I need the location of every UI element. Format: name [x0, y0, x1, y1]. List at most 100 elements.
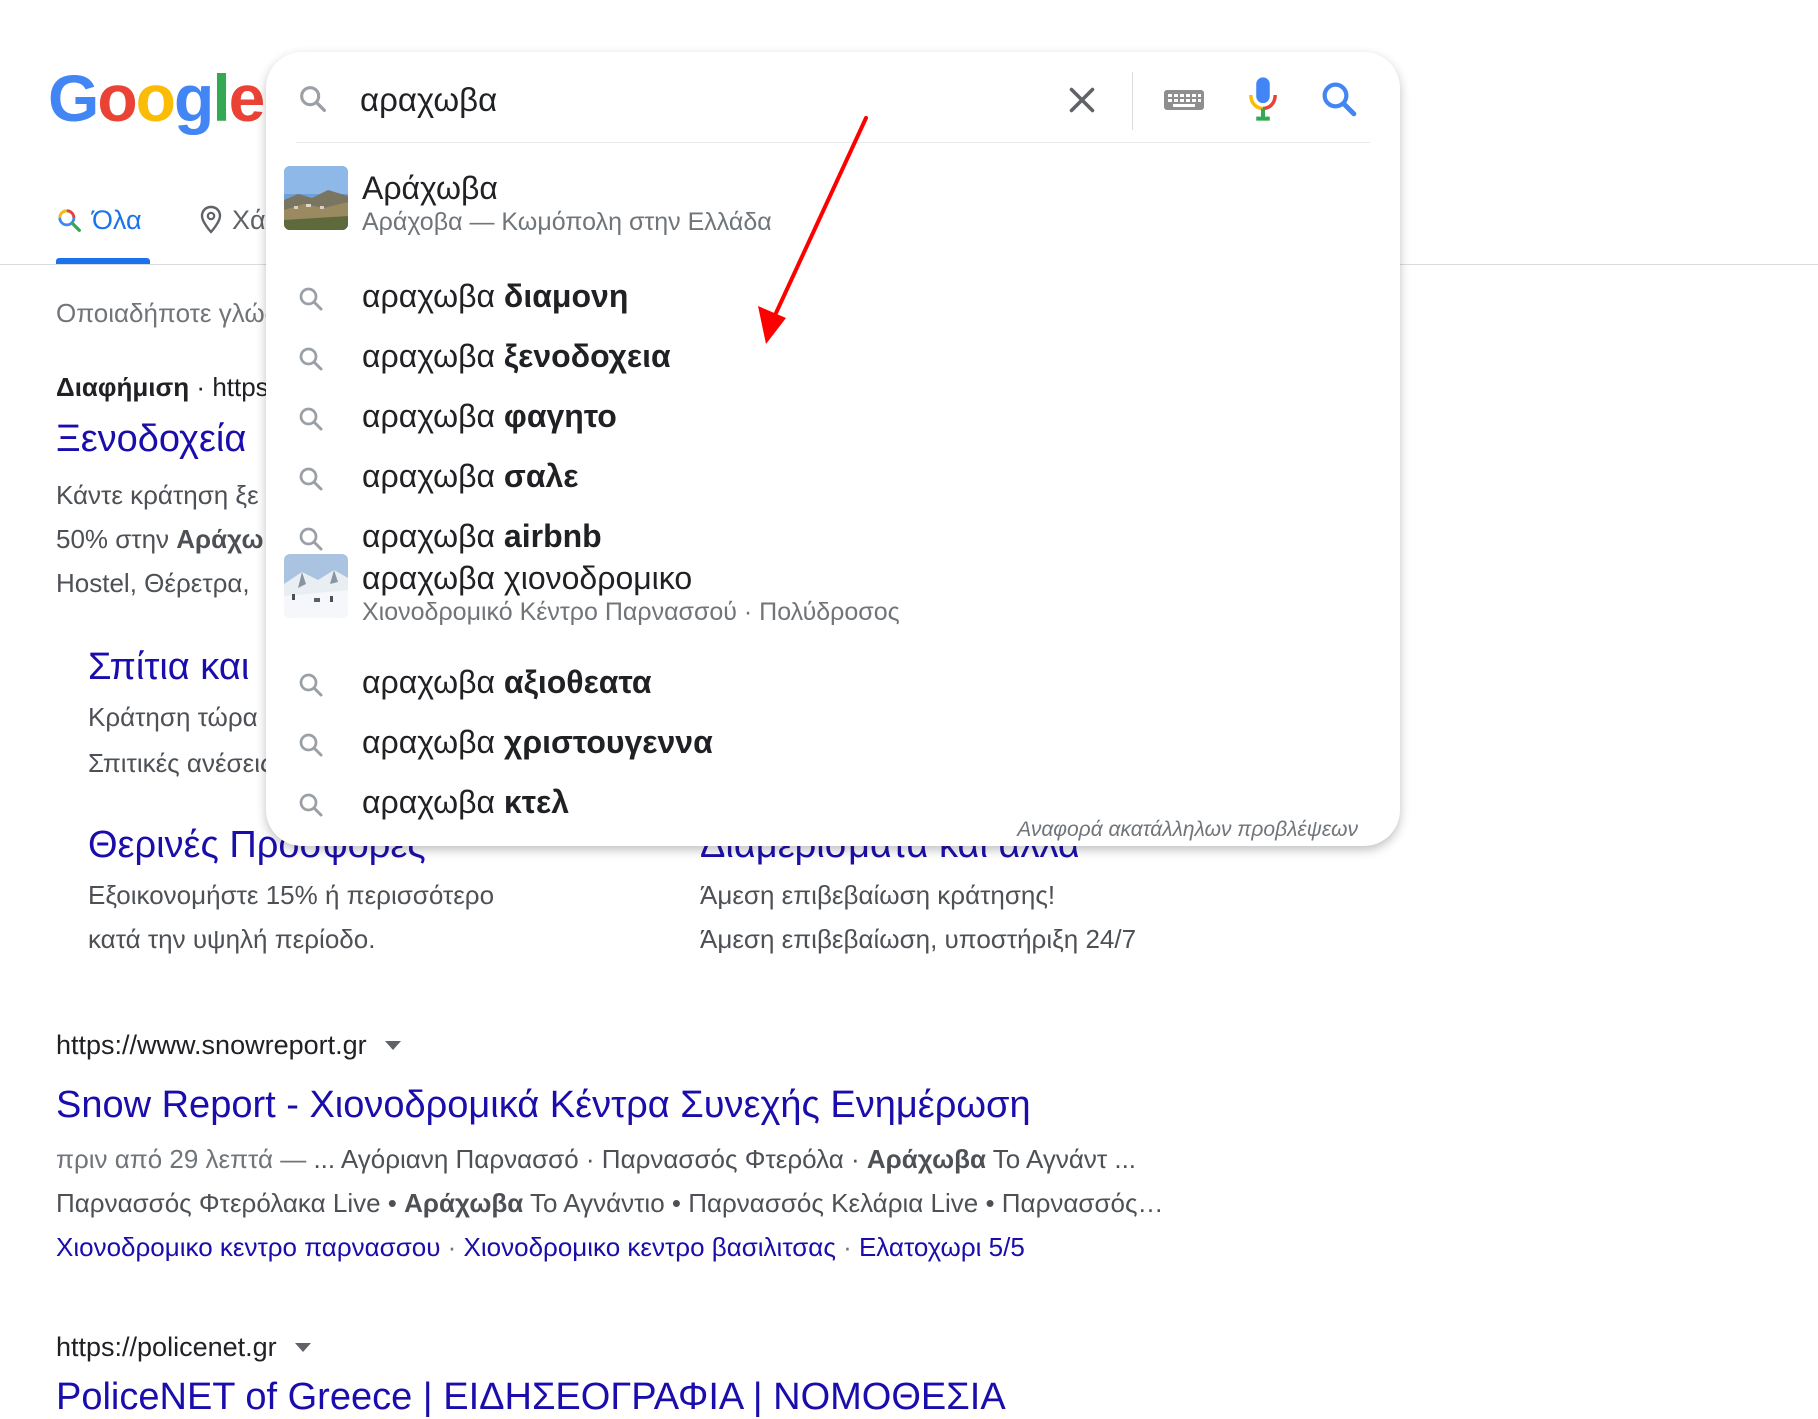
ad-text: 50% στην: [56, 524, 177, 554]
suggestion-entity[interactable]: αραχωβα χιονοδρομικο Χιονοδρομικό Κέντρο…: [266, 550, 1400, 634]
result-snippet-line: Παρνασσός Φτερόλακα Live • Αράχωβα Το Αγ…: [56, 1188, 1164, 1219]
suggestion-text: αραχωβα κτελ: [362, 784, 569, 821]
related-link[interactable]: Χιονοδρομικο κεντρο παρνασσου: [56, 1232, 440, 1262]
separator-dot: ·: [196, 372, 213, 402]
result-date: πριν από 29 λεπτά —: [56, 1144, 314, 1174]
search-icon: [299, 673, 323, 697]
tab-all[interactable]: Όλα: [56, 204, 142, 236]
logo-letter: e: [228, 61, 266, 135]
snippet-text: Το Αγνάντιο • Παρνασσός Κελάρια Live • Π…: [523, 1188, 1164, 1218]
sitelink-desc: Κράτηση τώρα: [88, 702, 258, 732]
ad-description-line: 50% στην Αράχω: [56, 524, 264, 555]
suggestion-text: αραχωβα χριστουγεννα: [362, 724, 713, 761]
suggestion-text: αραχωβα διαμονη: [362, 278, 628, 315]
result-related-links: Χιονοδρομικο κεντρο παρνασσου · Χιονοδρο…: [56, 1232, 1025, 1263]
suggestion-text: αραχωβα ξενοδοχεια: [362, 338, 671, 375]
search-icon: [299, 733, 323, 757]
sitelink-desc: Εξοικονομήστε 15% ή περισσότερο: [88, 880, 495, 910]
tab-all-label: Όλα: [92, 205, 142, 235]
separator-dot: ·: [440, 1232, 464, 1262]
suggestion-item[interactable]: αραχωβα σαλε: [266, 448, 1400, 508]
sitelink-desc: Σπιτικές ανέσεις: [88, 748, 273, 778]
suggestion-base: αραχωβα: [362, 398, 504, 434]
microphone-icon[interactable]: [1246, 76, 1280, 122]
suggestion-item[interactable]: αραχωβα αξιοθεατα: [266, 654, 1400, 714]
suggestion-item[interactable]: αραχωβα χριστουγεννα: [266, 714, 1400, 774]
suggestion-base: αραχωβα: [362, 458, 504, 494]
ad-label-line: Διαφήμιση · https://: [56, 372, 290, 403]
suggestion-text: αραχωβα σαλε: [362, 458, 578, 495]
toolbar-separator: [1132, 72, 1133, 130]
suggestion-base: αραχωβα: [362, 664, 504, 700]
snippet-bold: Αράχωβα: [866, 1144, 986, 1174]
snippet-text: ... Αγόριανη Παρνασσό · Παρνασσός Φτερόλ…: [313, 1144, 867, 1174]
search-icon: [299, 407, 323, 431]
suggestion-thumbnail: [284, 554, 348, 618]
keyboard-icon[interactable]: [1162, 84, 1206, 114]
logo-letter: g: [174, 61, 214, 135]
sitelink-desc: κατά την υψηλή περίοδο.: [88, 924, 376, 954]
snippet-bold: Αράχωβα: [404, 1188, 524, 1218]
search-icon: [299, 287, 323, 311]
caret-down-icon[interactable]: [384, 1041, 401, 1050]
suggestion-text: αραχωβα αξιοθεατα: [362, 664, 652, 701]
suggestion-text: αραχωβα χιονοδρομικο: [362, 560, 693, 596]
suggestion-base: αραχωβα: [362, 278, 504, 314]
suggestion-base: αραχωβα: [362, 784, 504, 820]
suggestion-completion: φαγητο: [503, 398, 617, 434]
town-photo-image: [284, 166, 348, 230]
logo-letter: o: [135, 61, 176, 135]
suggestion-subtitle: Χιονοδρομικό Κέντρο Παρνασσού · Πολύδροσ…: [362, 598, 900, 626]
logo-letter: l: [212, 61, 230, 135]
search-icon: [300, 86, 327, 113]
suggestion-subtitle: Αράχοβα — Κωμόπολη στην Ελλάδα: [362, 208, 772, 236]
suggestion-completion: κτελ: [503, 784, 570, 820]
related-link[interactable]: Χιονοδρομικο κεντρο βασιλιτσας: [464, 1232, 836, 1262]
ad-badge: Διαφήμιση: [56, 372, 190, 402]
sitelink-desc: Άμεση επιβεβαίωση, υποστήριξη 24/7: [700, 924, 1137, 954]
suggestion-completion: airbnb: [503, 518, 602, 554]
suggestion-text: αραχωβα φαγητο: [362, 398, 617, 435]
sitelink-title[interactable]: Σπίτια και: [88, 646, 249, 689]
logo-letter: G: [48, 61, 99, 135]
suggestion-base: αραχωβα: [362, 518, 504, 554]
logo-letter: o: [97, 61, 137, 135]
result-url[interactable]: https://policenet.gr: [56, 1332, 311, 1363]
suggestion-completion: διαμονη: [503, 278, 629, 314]
separator-dot: ·: [835, 1232, 859, 1262]
ad-title-link[interactable]: Ξενοδοχεία: [56, 418, 246, 461]
suggestion-completion: χριστουγεννα: [503, 724, 713, 760]
search-multicolor-icon: [58, 209, 81, 232]
suggestion-completion: σαλε: [503, 458, 579, 494]
sitelink-desc: Άμεση επιβεβαίωση κράτησης!: [700, 880, 1056, 910]
ad-text-bold: Αράχω: [176, 524, 264, 554]
search-icon: [299, 793, 323, 817]
annotation-arrow-icon: [758, 116, 868, 344]
report-predictions-link[interactable]: Αναφορά ακατάλληλων προβλέψεων: [1017, 818, 1358, 842]
google-logo[interactable]: Google: [48, 61, 266, 135]
result-url-text: https://policenet.gr: [56, 1332, 277, 1362]
result-url[interactable]: https://www.snowreport.gr: [56, 1030, 401, 1061]
suggestion-base: αραχωβα: [362, 724, 504, 760]
search-submit-icon[interactable]: [1318, 78, 1360, 120]
result-title-link[interactable]: Snow Report - Χιονοδρομικά Κέντρα Συνεχή…: [56, 1084, 1031, 1127]
ad-description-line: Hostel, Θέρετρα,: [56, 568, 250, 598]
ad-description-line: Κάντε κράτηση ξε: [56, 480, 259, 510]
result-url-text: https://www.snowreport.gr: [56, 1030, 367, 1060]
suggestion-thumbnail: [284, 166, 348, 230]
suggestion-item[interactable]: αραχωβα φαγητο: [266, 388, 1400, 448]
ski-resort-photo-image: [284, 554, 348, 618]
snippet-text: Το Αγνάντ ...: [985, 1144, 1137, 1174]
suggestion-completion: ξενοδοχεια: [503, 338, 671, 374]
suggestion-text: Αράχωβα: [362, 170, 498, 206]
result-snippet-line: πριν από 29 λεπτά — ... Αγόριανη Παρνασσ…: [56, 1144, 1136, 1175]
caret-down-icon[interactable]: [294, 1343, 311, 1352]
snippet-text: Παρνασσός Φτερόλακα Live •: [56, 1188, 405, 1218]
related-link[interactable]: Ελατοχωρι 5/5: [859, 1232, 1025, 1262]
search-icon: [299, 347, 323, 371]
search-icon: [299, 467, 323, 491]
suggestion-base: αραχωβα: [362, 338, 504, 374]
clear-icon[interactable]: [1064, 82, 1100, 118]
suggestion-completion: αξιοθεατα: [503, 664, 652, 700]
map-pin-icon: [200, 205, 222, 234]
